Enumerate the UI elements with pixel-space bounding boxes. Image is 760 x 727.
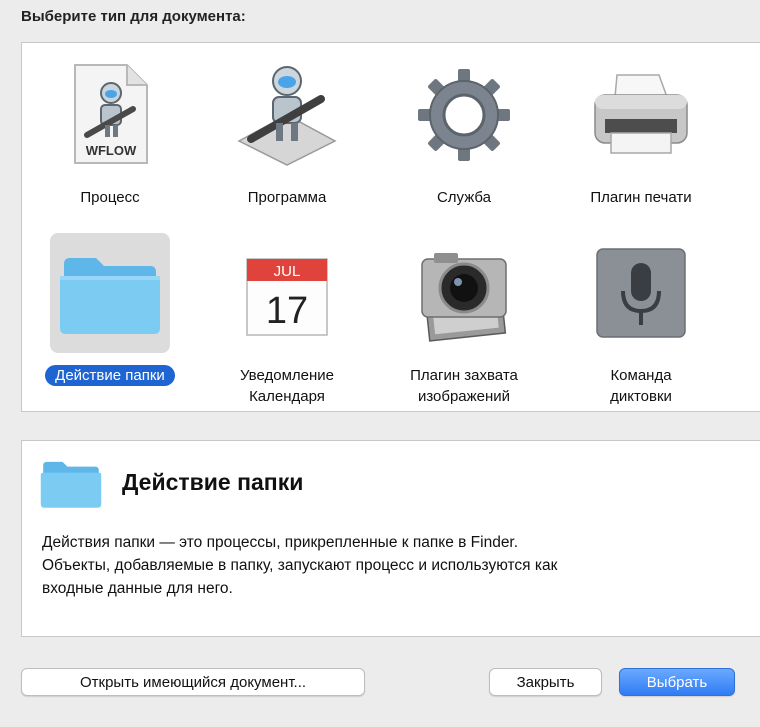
description-title: Действие папки	[122, 469, 304, 495]
folder-icon	[38, 457, 104, 514]
tile-print-plugin[interactable]: Плагин печати	[566, 55, 716, 225]
tile-service[interactable]: Служба	[389, 55, 539, 225]
tile-label: Плагин захвата изображений	[410, 367, 518, 405]
calendar-icon: JUL 17	[227, 233, 347, 353]
description-text: Действия папки — это процессы, прикрепле…	[42, 534, 558, 597]
document-type-grid: WFLOW Процесс Программа Служба Плагин пе…	[21, 42, 760, 412]
tile-label: Команда диктовки	[610, 367, 672, 405]
tile-calendar-alarm[interactable]: JUL 17 Уведомление Календаря	[212, 233, 362, 405]
calendar-month: JUL	[274, 263, 301, 280]
tile-folder-action[interactable]: Действие папки	[35, 233, 185, 403]
close-button[interactable]: Закрыть	[489, 668, 602, 696]
tile-label: Плагин печати	[590, 189, 692, 206]
tile-label: Программа	[247, 189, 327, 206]
microphone-icon	[581, 233, 701, 353]
tile-image-capture-plugin[interactable]: Плагин захвата изображений	[389, 233, 539, 405]
open-existing-button[interactable]: Открыть имеющийся документ...	[21, 668, 365, 696]
tile-process[interactable]: WFLOW Процесс	[35, 55, 185, 225]
camera-icon	[404, 233, 524, 353]
automator-robot-icon	[227, 55, 347, 175]
tile-label-selected: Действие папки	[45, 365, 175, 386]
tile-dictation-command[interactable]: Команда диктовки	[566, 233, 716, 405]
calendar-day: 17	[266, 290, 308, 332]
wflow-badge: WFLOW	[86, 143, 137, 158]
description-panel: Действие папки Действия папки — это проц…	[21, 440, 760, 637]
folder-icon	[50, 233, 170, 353]
printer-icon	[581, 55, 701, 175]
choose-button[interactable]: Выбрать	[619, 668, 735, 696]
tile-application[interactable]: Программа	[212, 55, 362, 225]
gear-icon	[404, 55, 524, 175]
heading: Выберите тип для документа:	[21, 8, 246, 25]
workflow-file-icon: WFLOW	[50, 55, 170, 175]
tile-label: Служба	[436, 189, 492, 206]
tile-label: Процесс	[80, 189, 140, 206]
tile-label: Уведомление Календаря	[239, 367, 334, 405]
